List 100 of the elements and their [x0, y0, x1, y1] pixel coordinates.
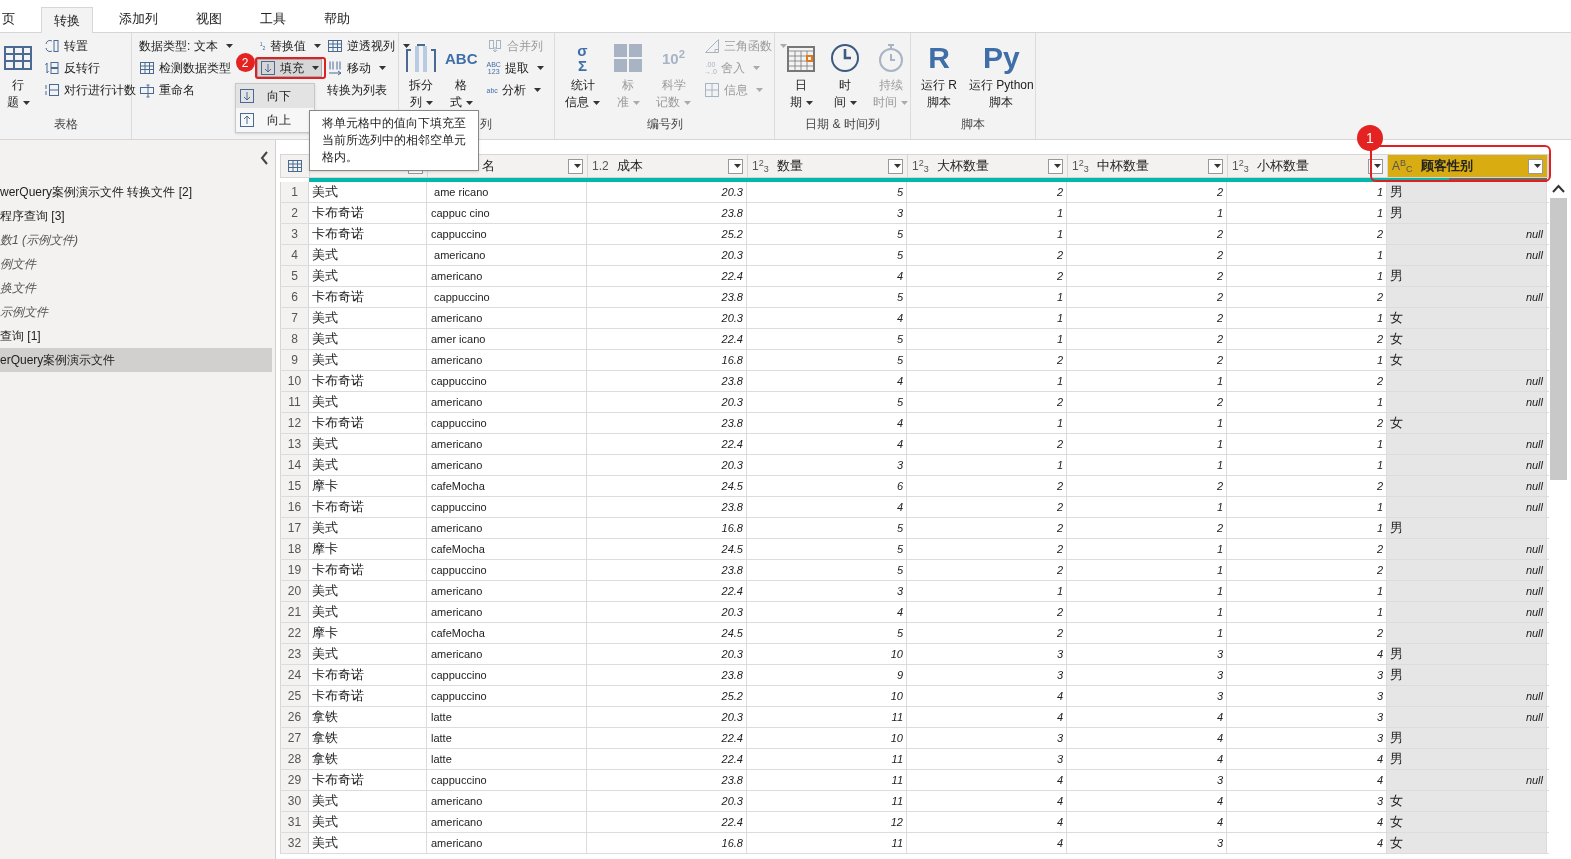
table-cell: 20.3 — [587, 644, 747, 664]
filter-dropdown[interactable] — [568, 158, 583, 174]
ribbon-button[interactable]: ABC 格 式 — [443, 35, 480, 111]
query-item[interactable]: 例文件 — [0, 252, 272, 276]
table-cell: 4 — [907, 791, 1067, 811]
row-number: 7 — [280, 308, 309, 328]
ribbon-tab[interactable]: 工具 — [248, 6, 298, 32]
column-header[interactable]: 1.2 成本 — [588, 155, 748, 177]
table-cell: 16.8 — [587, 518, 747, 538]
table-cell: 1 — [907, 224, 1067, 244]
table-cell: 23.8 — [587, 497, 747, 517]
table-cell: 20.3 — [587, 392, 747, 412]
table-cell: 5 — [747, 182, 907, 202]
table-cell: null — [1387, 392, 1547, 412]
ribbon-button[interactable]: 转置 — [41, 37, 91, 55]
table-cell: null — [1387, 371, 1547, 391]
table-cell: americano — [427, 266, 587, 286]
table-cell: 20.3 — [587, 602, 747, 622]
table-cell: 美式 — [309, 392, 427, 412]
query-item[interactable]: 查询 [1] — [0, 324, 272, 348]
table-cell: 美式 — [309, 350, 427, 370]
table-cell: 2 — [907, 476, 1067, 496]
ribbon-button[interactable]: 时 间 — [827, 35, 863, 111]
group-label: 日期 & 时间列 — [805, 116, 880, 133]
table-cell: 2 — [1067, 350, 1227, 370]
row-number: 10 — [280, 371, 309, 391]
column-header[interactable]: 1$^{2}$$_{3}$ 小杯数量 — [1228, 155, 1388, 177]
table-cell: 11 — [747, 707, 907, 727]
query-item[interactable]: erQuery案例演示文件 — [0, 348, 272, 372]
query-item[interactable]: 示例文件 — [0, 300, 272, 324]
table-cell: null — [1387, 770, 1547, 790]
table-cell: 2 — [907, 518, 1067, 538]
table-cell: 1 — [907, 287, 1067, 307]
filter-dropdown[interactable] — [1208, 158, 1223, 174]
column-header[interactable]: A$^{B}$$_{C}$ 顾客性别 — [1388, 155, 1548, 177]
ribbon-button[interactable]: 填充 — [256, 59, 322, 77]
table-cell: 22.4 — [587, 749, 747, 769]
table-cell: 4 — [1067, 728, 1227, 748]
table-cell: 22.4 — [587, 812, 747, 832]
table-cell: americano — [427, 644, 587, 664]
table-cell: 卡布奇诺 — [309, 413, 427, 433]
filter-dropdown[interactable] — [728, 158, 743, 174]
ribbon-button[interactable]: 重命名 — [136, 81, 198, 99]
scrollbar-thumb[interactable] — [1550, 198, 1567, 480]
menu-item[interactable]: 向下 — [236, 84, 314, 108]
ribbon-button[interactable]: σ Σ 统计 信息 — [563, 35, 602, 111]
ribbon-button[interactable]: R 运行 R 脚本 — [919, 35, 959, 111]
ribbon-button[interactable]: 对行进行计数 — [41, 81, 139, 99]
table-cell: 4 — [747, 497, 907, 517]
column-header[interactable]: 1$^{2}$$_{3}$ 数量 — [748, 155, 908, 177]
table-cell: 美式 — [309, 581, 427, 601]
table-cell: 10 — [747, 686, 907, 706]
table-cell: 4 — [747, 602, 907, 622]
group-label: 列 — [480, 116, 492, 133]
table-cell: amer icano — [427, 329, 587, 349]
column-header[interactable]: 1$^{2}$$_{3}$ 大杯数量 — [908, 155, 1068, 177]
ribbon-button[interactable]: 移动 — [323, 59, 389, 77]
row-number: 30 — [280, 791, 309, 811]
query-item[interactable]: werQuery案例演示文件 转换文件 [2] — [0, 180, 272, 204]
caret-icon — [734, 164, 741, 168]
ribbon-tab[interactable]: 帮助 — [312, 6, 362, 32]
ribbon-tab[interactable]: 页 — [0, 6, 27, 32]
filter-dropdown[interactable] — [1048, 158, 1063, 174]
ribbon-button[interactable]: Py 运行 Python 脚本 — [967, 35, 1036, 111]
table-cell: 美式 — [309, 266, 427, 286]
table-cell: 4 — [747, 434, 907, 454]
ribbon-tab[interactable]: 视图 — [184, 6, 234, 32]
query-item[interactable]: 程序查询 [3] — [0, 204, 272, 228]
table-cell: cafeMocha — [427, 623, 587, 643]
ribbon-button[interactable]: 反转行 — [41, 59, 103, 77]
table-icon — [287, 158, 303, 174]
ribbon-button[interactable]: 检测数据类型 — [136, 59, 234, 77]
table-cell: 男 — [1387, 644, 1547, 664]
table-cell: 20.3 — [587, 791, 747, 811]
table-cell: 1 — [1067, 455, 1227, 475]
table-cell: 12 — [747, 812, 907, 832]
ribbon-tab[interactable]: 添加列 — [107, 6, 170, 32]
table-cell: 3 — [907, 728, 1067, 748]
query-item[interactable]: 换文件 — [0, 276, 272, 300]
table-cell: 拿铁 — [309, 728, 427, 748]
table-cell: 2 — [1067, 476, 1227, 496]
query-item[interactable]: 数1 (示例文件) — [0, 228, 272, 252]
filter-dropdown[interactable] — [1528, 158, 1543, 174]
letter-icon: σ Σ — [577, 43, 588, 73]
table-cell: 11 — [747, 749, 907, 769]
letter-icon: R — [928, 43, 950, 73]
column-header[interactable]: 1$^{2}$$_{3}$ 中杯数量 — [1068, 155, 1228, 177]
ribbon-tab[interactable]: 转换 — [41, 7, 93, 33]
ribbon-button[interactable]: 转换为列表 — [323, 81, 390, 99]
collapse-chevron-icon[interactable] — [260, 151, 269, 165]
table-cell: americano — [427, 308, 587, 328]
ribbon-button[interactable]: 数据类型: 文本 — [136, 37, 236, 55]
filter-dropdown[interactable] — [888, 158, 903, 174]
table-cell: 1 — [907, 308, 1067, 328]
table-cell: cappuccino — [427, 770, 587, 790]
table-cell: 10 — [747, 728, 907, 748]
swap-arrows-icon — [44, 38, 60, 54]
ribbon-button[interactable]: 行 题 — [0, 35, 36, 111]
table-icon — [326, 38, 343, 54]
table-cell: 5 — [747, 623, 907, 643]
